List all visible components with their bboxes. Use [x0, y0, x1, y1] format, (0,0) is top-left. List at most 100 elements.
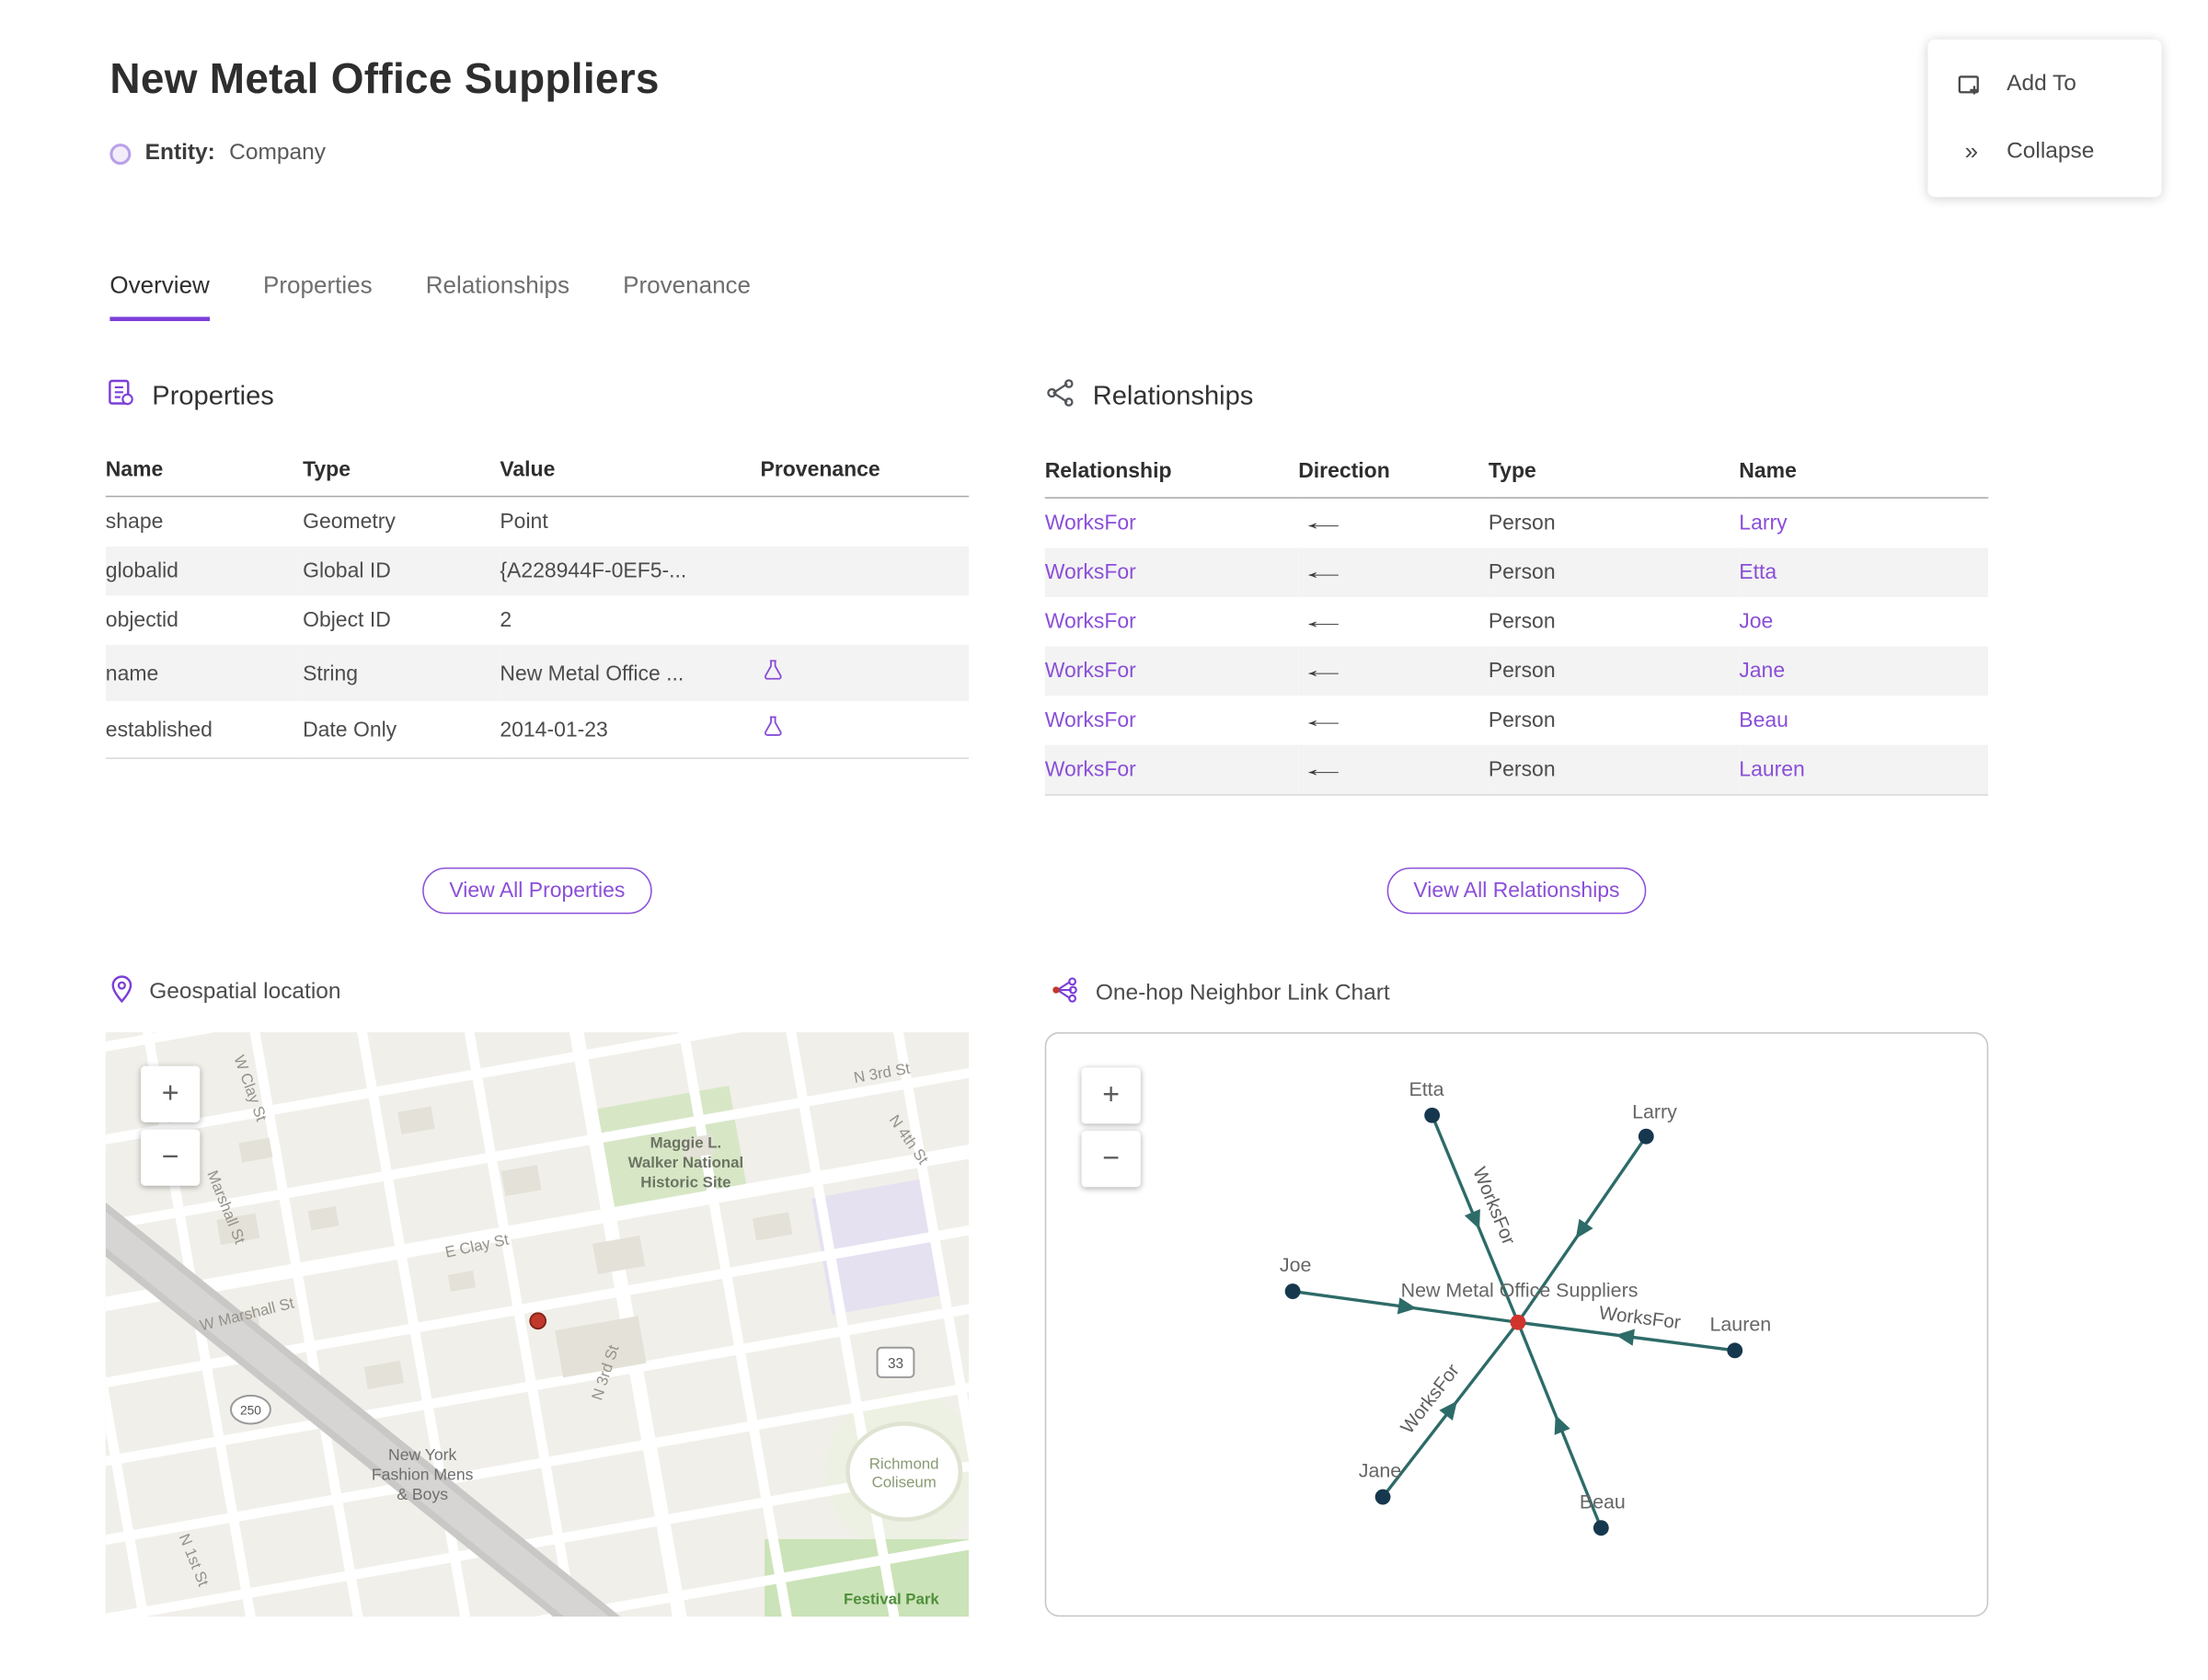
entity-details-page: New Metal Office Suppliers Entity: Compa… — [0, 0, 2208, 1680]
edge-arrow-icon — [1616, 1329, 1635, 1346]
edge-arrow-icon — [1575, 1218, 1593, 1239]
direction-left-arrow: ← — [1298, 708, 1350, 732]
relationship-row: WorksFor ← Person Joe — [1045, 597, 1989, 647]
relationships-col-relationship: Relationship — [1044, 447, 1299, 499]
linkchart-section-header: One-hop Neighbor Link Chart — [1049, 974, 1390, 1012]
map-zoom-in-button[interactable]: + — [141, 1065, 201, 1122]
related-entity-link[interactable]: Etta — [1739, 560, 1777, 584]
entity-type-icon — [109, 143, 132, 165]
map-pin-icon — [109, 974, 133, 1011]
relationship-link[interactable]: WorksFor — [1045, 560, 1136, 584]
property-provenance-cell — [761, 595, 970, 645]
direction-left-arrow: ← — [1298, 609, 1350, 634]
related-entity-link[interactable]: Jane — [1739, 659, 1785, 683]
related-entity-link[interactable]: Joe — [1739, 610, 1773, 634]
node-lauren[interactable] — [1727, 1342, 1743, 1359]
route-shield-250: 250 — [230, 1394, 271, 1425]
properties-col-name: Name — [105, 446, 304, 498]
node-larry[interactable] — [1638, 1128, 1654, 1145]
relationship-link[interactable]: WorksFor — [1045, 659, 1136, 683]
tab-provenance[interactable]: Provenance — [623, 271, 751, 321]
relationship-type: Person — [1488, 560, 1556, 585]
provenance-flask-icon[interactable] — [761, 660, 787, 688]
node-label-joe: Joe — [1280, 1254, 1312, 1276]
direction-left-arrow: ← — [1298, 757, 1350, 782]
link-chart-canvas[interactable]: WorksFor WorksFor WorksFor Etta Larry Jo… — [1046, 1033, 1986, 1615]
tab-relationships[interactable]: Relationships — [426, 271, 569, 321]
relationship-link[interactable]: WorksFor — [1045, 610, 1136, 634]
node-joe[interactable] — [1284, 1283, 1301, 1299]
node-beau[interactable] — [1593, 1520, 1609, 1536]
map-canvas[interactable]: 250 33 W Clay St N 3rd St N 4th St Marsh… — [105, 1031, 970, 1617]
property-name: globalid — [105, 558, 178, 583]
linkchart-section-title: One-hop Neighbor Link Chart — [1095, 981, 1390, 1006]
property-row-name: name String New Metal Office ... — [105, 645, 970, 702]
property-value: {A228944F-0EF5-... — [500, 558, 687, 583]
relationship-type: Person — [1488, 708, 1556, 732]
relationships-section-title: Relationships — [1092, 381, 1254, 411]
entity-label: Entity: — [144, 141, 215, 166]
property-type: Global ID — [303, 558, 391, 583]
edge-label-worksfor: WorksFor — [1468, 1164, 1519, 1248]
node-label-lauren: Lauren — [1710, 1313, 1772, 1335]
property-type: String — [303, 661, 359, 685]
relationships-col-direction: Direction — [1298, 447, 1489, 499]
view-all-properties-button[interactable]: View All Properties — [422, 867, 652, 915]
route-shield-33: 33 — [876, 1346, 915, 1378]
property-type: Object ID — [303, 608, 391, 633]
node-etta[interactable] — [1424, 1107, 1441, 1123]
node-center[interactable] — [1510, 1314, 1526, 1330]
direction-left-arrow: ← — [1298, 511, 1350, 535]
tab-properties[interactable]: Properties — [263, 271, 373, 321]
property-value: New Metal Office ... — [500, 661, 684, 685]
relationship-row: WorksFor ← Person Larry — [1045, 498, 1989, 547]
edge-label-worksfor: WorksFor — [1397, 1360, 1464, 1438]
provenance-flask-icon[interactable] — [761, 716, 787, 745]
chart-zoom-in-button[interactable]: + — [1081, 1067, 1141, 1124]
relationships-section-icon — [1045, 377, 1076, 417]
properties-col-provenance: Provenance — [760, 446, 970, 498]
property-provenance-cell — [761, 497, 970, 547]
property-provenance-cell — [761, 645, 970, 701]
view-all-relationships-button[interactable]: View All Relationships — [1386, 867, 1647, 915]
relationship-link[interactable]: WorksFor — [1045, 757, 1136, 781]
related-entity-link[interactable]: Larry — [1739, 512, 1787, 535]
collapse-button[interactable]: » Collapse — [1927, 119, 2161, 186]
map-label-maggie-3: Historic Site — [640, 1173, 730, 1191]
node-label-center: New Metal Office Suppliers — [1401, 1280, 1639, 1302]
map-label-ny-fashion-1: New York — [388, 1445, 457, 1464]
property-provenance-cell — [761, 701, 970, 758]
actions-menu: Add To » Collapse — [1927, 39, 2162, 198]
node-label-etta: Etta — [1409, 1078, 1443, 1100]
collapse-icon: » — [1964, 137, 1978, 166]
node-jane[interactable] — [1374, 1489, 1391, 1505]
chart-zoom-out-button[interactable]: − — [1081, 1131, 1141, 1188]
relationship-link[interactable]: WorksFor — [1045, 512, 1136, 535]
relationship-link[interactable]: WorksFor — [1045, 708, 1136, 732]
map-zoom-out-button[interactable]: − — [141, 1129, 201, 1186]
properties-col-type: Type — [303, 446, 500, 498]
add-to-button[interactable]: Add To — [1927, 51, 2161, 118]
tab-overview[interactable]: Overview — [109, 271, 210, 321]
related-entity-link[interactable]: Lauren — [1739, 757, 1805, 781]
link-chart-zoom-control: + − — [1081, 1067, 1141, 1188]
property-provenance-cell — [761, 547, 970, 596]
map-label-maggie-2: Walker National — [628, 1154, 744, 1171]
node-label-jane: Jane — [1359, 1460, 1401, 1482]
edge-label-worksfor: WorksFor — [1598, 1302, 1682, 1333]
property-row-globalid: globalid Global ID {A228944F-0EF5-... — [105, 546, 970, 596]
node-label-larry: Larry — [1632, 1100, 1677, 1122]
relationships-table: Relationship Direction Type Name WorksFo… — [1044, 447, 1989, 796]
collapse-label: Collapse — [2007, 139, 2095, 164]
property-name: name — [105, 661, 159, 685]
page-title: New Metal Office Suppliers — [109, 56, 660, 103]
relationships-col-name: Name — [1739, 447, 1989, 499]
map-label-festival-park: Festival Park — [844, 1590, 939, 1607]
property-name: established — [105, 717, 213, 742]
related-entity-link[interactable]: Beau — [1739, 708, 1788, 732]
relationship-row: WorksFor ← Person Lauren — [1044, 744, 1989, 796]
property-value: 2014-01-23 — [500, 717, 608, 742]
map-entity-marker[interactable] — [529, 1312, 547, 1330]
relationship-row: WorksFor ← Person Jane — [1044, 646, 1989, 696]
map-label-richmond-1: Richmond — [869, 1455, 939, 1472]
